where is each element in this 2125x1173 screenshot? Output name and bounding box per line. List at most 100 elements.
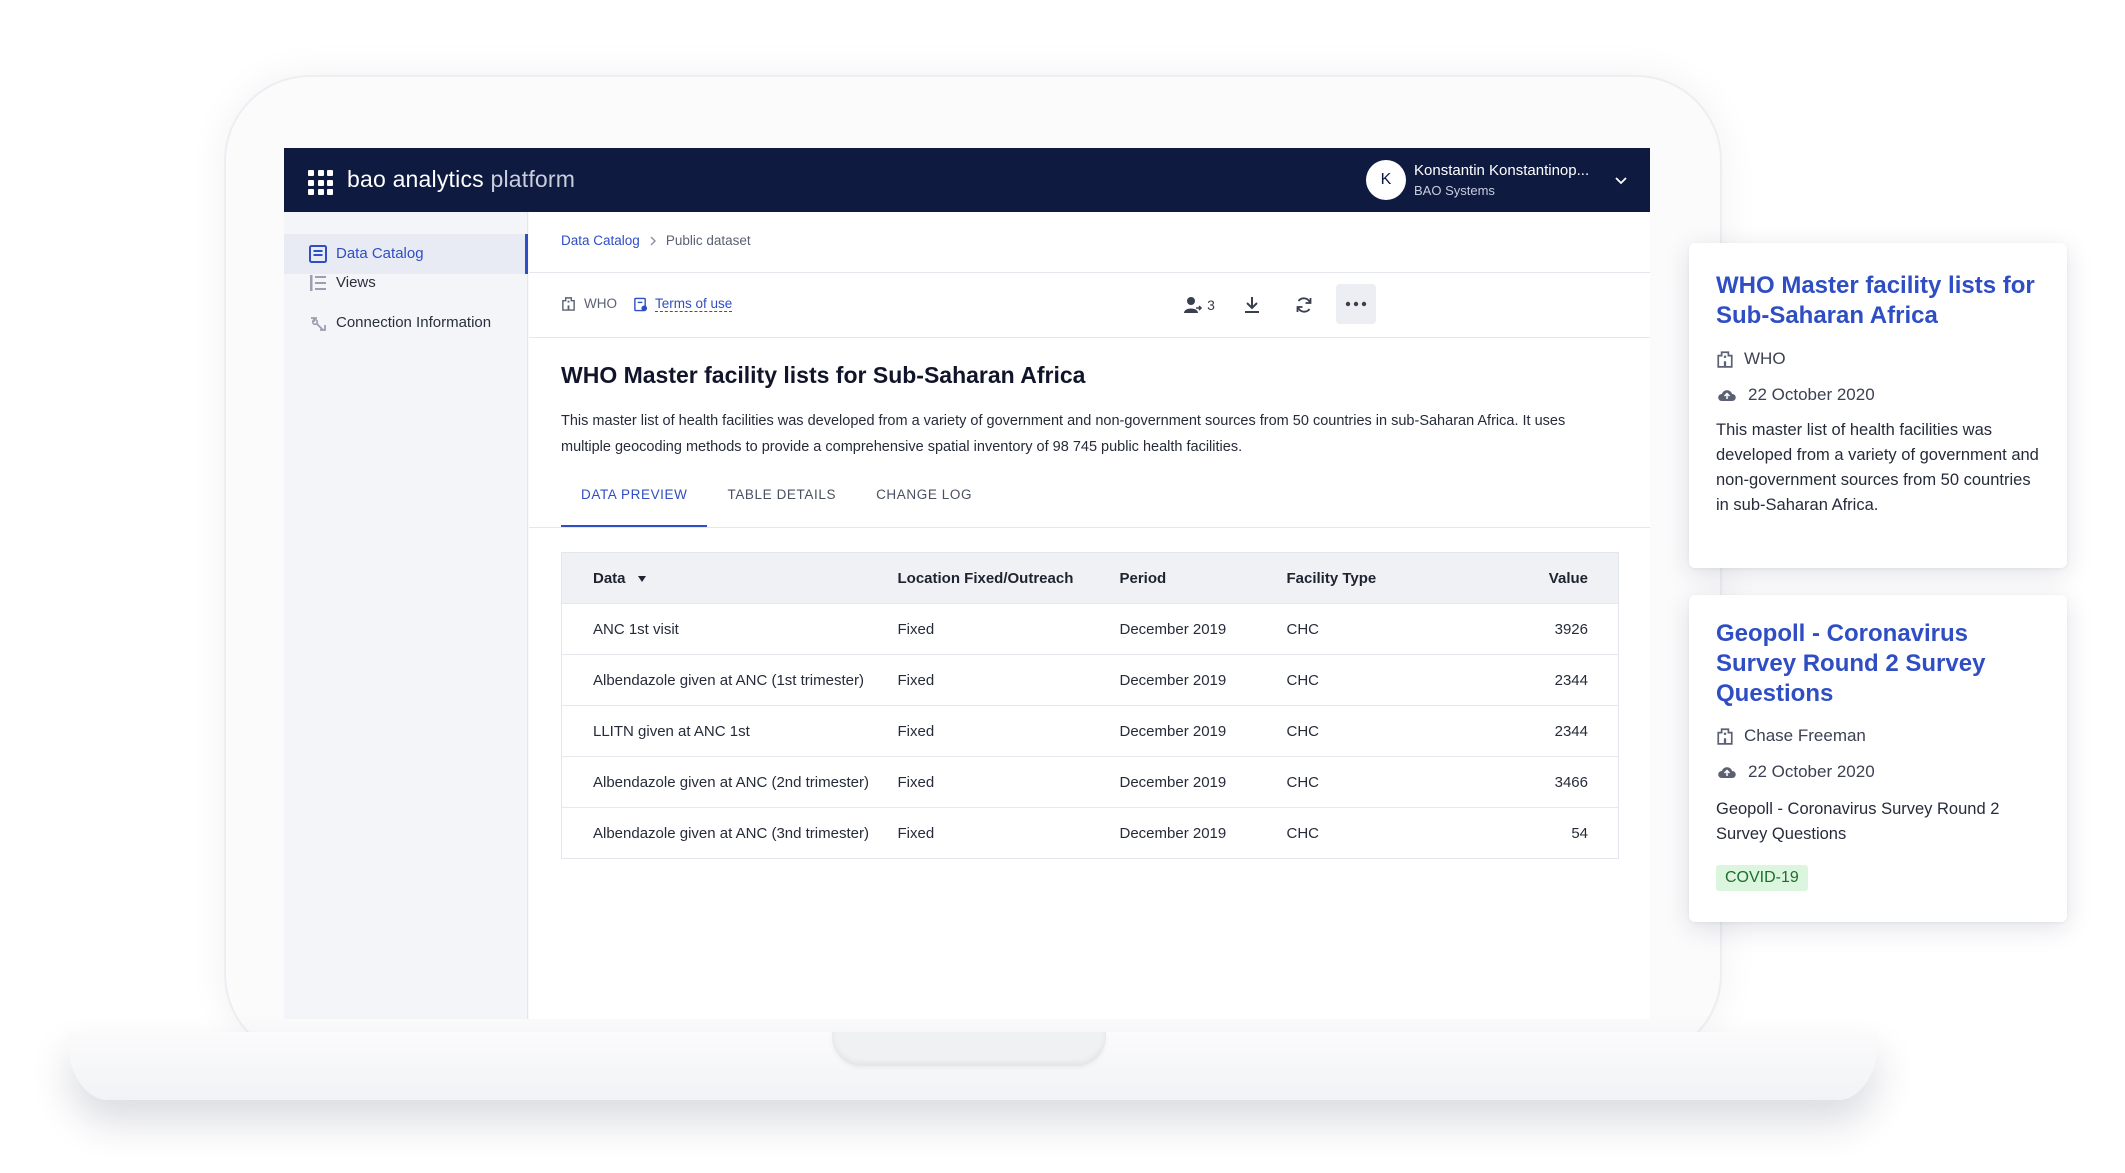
cell-period: December 2019 — [1119, 603, 1287, 655]
tab-change-log[interactable]: CHANGE LOG — [856, 478, 992, 528]
card-title[interactable]: Geopoll - Coronavirus Survey Round 2 Sur… — [1716, 619, 2016, 709]
table-row: ANC 1st visit Fixed December 2019 CHC 39… — [561, 603, 1619, 655]
cell-period: December 2019 — [1119, 654, 1287, 706]
sidebar-item-views[interactable]: Views — [284, 263, 528, 303]
publisher-name: WHO — [584, 296, 617, 311]
cell-value: 54 — [1456, 807, 1619, 859]
user-share-icon — [1184, 297, 1203, 313]
cell-period: December 2019 — [1119, 756, 1287, 808]
list-icon — [310, 275, 326, 291]
sidebar-item-label: Connection Information — [336, 314, 492, 331]
cell-data: ANC 1st visit — [561, 603, 898, 655]
table-row: Albendazole given at ANC (1st trimester)… — [561, 654, 1619, 706]
dataset-description: This master list of health facilities wa… — [561, 413, 1566, 455]
cell-facility-type: CHC — [1286, 756, 1457, 808]
refresh-button[interactable] — [1285, 286, 1323, 324]
building-icon — [1717, 728, 1733, 745]
users-count: 3 — [1207, 297, 1215, 313]
building-icon — [1717, 351, 1733, 368]
sidebar-item-connection-information[interactable]: Connection Information — [284, 303, 528, 343]
card-date-text: 22 October 2020 — [1748, 762, 1875, 781]
cell-data: Albendazole given at ANC (1st trimester) — [561, 654, 898, 706]
app-grid-icon[interactable] — [308, 170, 333, 195]
shared-users-button[interactable]: 3 — [1169, 286, 1229, 324]
dataset-card-who[interactable]: WHO Master facility lists for Sub-Sahara… — [1689, 243, 2067, 568]
cloud-upload-icon — [1718, 767, 1736, 778]
table-header-row: Data Location Fixed/Outreach Period Faci… — [561, 552, 1619, 604]
table-row: LLITN given at ANC 1st Fixed December 20… — [561, 705, 1619, 757]
breadcrumb-root-link[interactable]: Data Catalog — [561, 233, 640, 248]
top-bar: bao analytics platform K Konstantin Kons… — [284, 148, 1650, 212]
breadcrumb: Data Catalog Public dataset — [561, 233, 751, 248]
cell-data: LLITN given at ANC 1st — [561, 705, 898, 757]
cell-value: 3926 — [1456, 603, 1619, 655]
sidebar-item-label: Data Catalog — [336, 245, 424, 262]
column-header-value[interactable]: Value — [1456, 552, 1619, 604]
cell-data: Albendazole given at ANC (2nd trimester) — [561, 756, 898, 808]
cell-value: 2344 — [1456, 654, 1619, 706]
user-org: BAO Systems — [1414, 183, 1495, 198]
column-header-label: Data — [593, 569, 626, 587]
cell-period: December 2019 — [1119, 807, 1287, 859]
column-header-facility-type[interactable]: Facility Type — [1286, 552, 1457, 604]
more-horizontal-icon — [1345, 301, 1367, 307]
sidebar-item-label: Views — [336, 274, 376, 291]
brand-logo[interactable]: bao analytics platform — [347, 166, 575, 193]
dataset-card-geopoll[interactable]: Geopoll - Coronavirus Survey Round 2 Sur… — [1689, 595, 2067, 922]
terms-label: Terms of use — [655, 296, 733, 312]
tab-bar: DATA PREVIEW TABLE DETAILS CHANGE LOG — [561, 478, 992, 528]
column-header-location[interactable]: Location Fixed/Outreach — [897, 552, 1120, 604]
laptop-notch — [832, 1032, 1106, 1066]
card-publisher-name: WHO — [1744, 349, 1786, 368]
card-date: 22 October 2020 — [1716, 762, 1875, 782]
breadcrumb-current: Public dataset — [665, 233, 751, 248]
tab-table-details[interactable]: TABLE DETAILS — [707, 478, 856, 528]
column-header-period[interactable]: Period — [1119, 552, 1287, 604]
cell-data: Albendazole given at ANC (3nd trimester) — [561, 807, 898, 859]
tab-data-preview[interactable]: DATA PREVIEW — [561, 478, 708, 528]
brand-sub: platform — [490, 166, 576, 192]
cell-location: Fixed — [897, 807, 1120, 859]
card-publisher: Chase Freeman — [1716, 726, 1866, 746]
cell-facility-type: CHC — [1286, 603, 1457, 655]
chevron-down-icon[interactable] — [1613, 172, 1629, 188]
table-row: Albendazole given at ANC (2nd trimester)… — [561, 756, 1619, 808]
data-preview-table: Data Location Fixed/Outreach Period Faci… — [561, 552, 1619, 859]
refresh-icon — [1296, 297, 1312, 313]
card-date: 22 October 2020 — [1716, 385, 1875, 405]
cell-location: Fixed — [897, 603, 1120, 655]
card-publisher-name: Chase Freeman — [1744, 726, 1866, 745]
user-name[interactable]: Konstantin Konstantinop... — [1414, 162, 1589, 179]
cell-location: Fixed — [897, 705, 1120, 757]
divider — [529, 272, 1650, 273]
card-title[interactable]: WHO Master facility lists for Sub-Sahara… — [1716, 271, 2046, 331]
brand-main: bao analytics — [347, 166, 484, 192]
cell-facility-type: CHC — [1286, 654, 1457, 706]
document-icon — [634, 297, 648, 311]
divider — [529, 527, 1650, 528]
divider — [529, 337, 1650, 338]
more-options-button[interactable] — [1336, 284, 1376, 324]
sort-down-icon[interactable] — [637, 575, 646, 582]
cell-value: 2344 — [1456, 705, 1619, 757]
chevron-right-icon — [650, 236, 656, 245]
cell-facility-type: CHC — [1286, 705, 1457, 757]
cell-value: 3466 — [1456, 756, 1619, 808]
card-publisher: WHO — [1716, 349, 1786, 369]
app-screen: bao analytics platform K Konstantin Kons… — [284, 148, 1650, 1019]
avatar[interactable]: K — [1366, 160, 1406, 200]
building-icon — [562, 297, 575, 311]
main-content: Data Catalog Public dataset WHO Terms of… — [529, 212, 1650, 1019]
stage: bao analytics platform K Konstantin Kons… — [0, 0, 2125, 1173]
catalog-icon — [309, 245, 327, 263]
topic-tag[interactable]: COVID-19 — [1716, 865, 1808, 891]
card-description: This master list of health facilities wa… — [1716, 421, 2039, 514]
column-header-data[interactable]: Data — [561, 552, 898, 604]
cloud-upload-icon — [1718, 390, 1736, 401]
table-row: Albendazole given at ANC (3nd trimester)… — [561, 807, 1619, 859]
cell-facility-type: CHC — [1286, 807, 1457, 859]
terms-of-use-link[interactable]: Terms of use — [633, 296, 733, 312]
card-description: Geopoll - Coronavirus Survey Round 2 Sur… — [1716, 800, 2000, 843]
download-button[interactable] — [1233, 286, 1271, 324]
cell-location: Fixed — [897, 756, 1120, 808]
